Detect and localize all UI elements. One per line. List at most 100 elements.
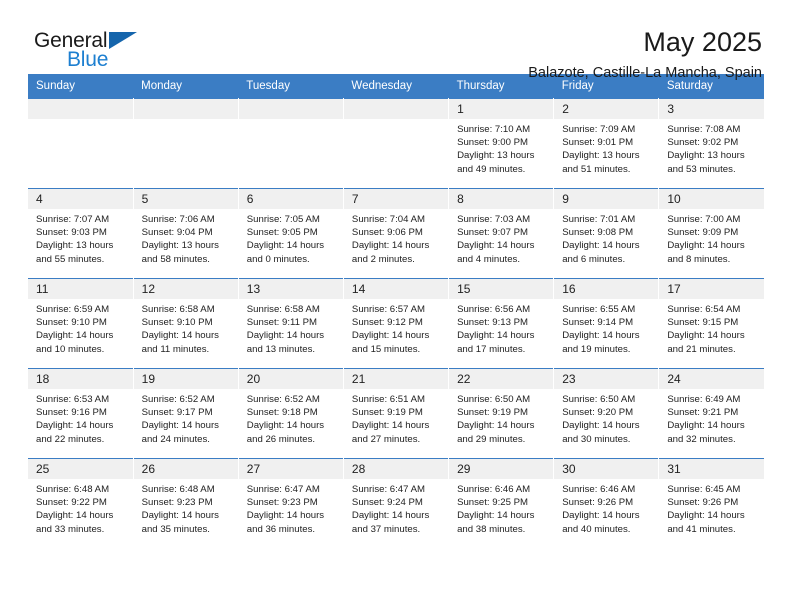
day-details: Sunrise: 6:52 AM Sunset: 9:18 PM Daylight:… (239, 389, 343, 446)
sunset-line: Sunset: 9:03 PM (36, 227, 107, 239)
day-details: Sunrise: 6:49 AM Sunset: 9:21 PM Daylight:… (659, 389, 764, 446)
calendar-day-cell[interactable]: 17 Sunrise: 6:54 AM Sunset: 9:15 PM Dayligh… (658, 278, 764, 369)
daylight-line-2: and 6 minutes. (562, 253, 626, 265)
calendar-day-cell[interactable]: 7 Sunrise: 7:04 AM Sunset: 9:06 PM Daylight… (343, 188, 450, 279)
day-details: Sunrise: 6:57 AM Sunset: 9:12 PM Daylight:… (344, 299, 448, 356)
calendar-day-cell[interactable]: 28 Sunrise: 6:47 AM Sunset: 9:24 PM Dayligh… (343, 458, 450, 549)
day-number: 17 (659, 279, 764, 299)
daylight-line-1: Daylight: 14 hours (141, 510, 219, 522)
calendar-day-cell[interactable]: 31 Sunrise: 6:45 AM Sunset: 9:26 PM Dayligh… (658, 458, 764, 549)
daylight-line-1: Daylight: 14 hours (246, 510, 325, 522)
daylight-line-1: Daylight: 14 hours (457, 240, 535, 252)
sunrise-line: Sunrise: 7:00 AM (667, 214, 741, 225)
calendar-day-cell[interactable]: 25 Sunrise: 6:48 AM Sunset: 9:22 PM Dayligh… (28, 458, 134, 549)
calendar-day-cell[interactable]: 30 Sunrise: 6:46 AM Sunset: 9:26 PM Dayligh… (553, 458, 660, 549)
calendar-day-cell[interactable]: 11 Sunrise: 6:59 AM Sunset: 9:10 PM Dayligh… (28, 278, 134, 369)
calendar-day-cell[interactable]: 27 Sunrise: 6:47 AM Sunset: 9:23 PM Dayligh… (238, 458, 344, 549)
day-number (343, 99, 449, 119)
daylight-line-2: and 0 minutes. (246, 253, 310, 265)
daylight-line-1: Daylight: 14 hours (667, 510, 745, 522)
daylight-line-2: and 17 minutes. (457, 343, 526, 355)
day-number: 30 (554, 459, 659, 479)
daylight-line-1: Daylight: 14 hours (562, 510, 640, 522)
calendar-day-cell[interactable]: 20 Sunrise: 6:52 AM Sunset: 9:18 PM Dayligh… (238, 368, 344, 459)
calendar-day-cell[interactable]: 24 Sunrise: 6:49 AM Sunset: 9:21 PM Dayligh… (658, 368, 764, 459)
calendar-day-cell[interactable]: 2 Sunrise: 7:09 AM Sunset: 9:01 PM Daylight… (553, 98, 660, 189)
calendar-day-cell[interactable]: 26 Sunrise: 6:48 AM Sunset: 9:23 PM Dayligh… (133, 458, 239, 549)
daylight-line-1: Daylight: 14 hours (141, 420, 219, 432)
day-details: Sunrise: 7:01 AM Sunset: 9:08 PM Daylight:… (554, 209, 658, 266)
day-details: Sunrise: 7:10 AM Sunset: 9:00 PM Daylight:… (449, 119, 553, 176)
daylight-line-2: and 30 minutes. (562, 433, 631, 445)
sunset-line: Sunset: 9:25 PM (457, 497, 528, 509)
day-details: Sunrise: 6:54 AM Sunset: 9:15 PM Daylight:… (659, 299, 764, 356)
day-number (238, 99, 343, 119)
sunrise-line: Sunrise: 6:55 AM (562, 304, 636, 315)
weekday-header-wednesday: Wednesday (343, 74, 449, 99)
calendar-day-cell[interactable]: 14 Sunrise: 6:57 AM Sunset: 9:12 PM Dayligh… (343, 278, 450, 369)
calendar-day-cell[interactable]: 18 Sunrise: 6:53 AM Sunset: 9:16 PM Dayligh… (28, 368, 134, 459)
daylight-line-2: and 8 minutes. (667, 253, 731, 265)
sunset-line: Sunset: 9:16 PM (36, 407, 107, 419)
day-number: 18 (28, 369, 133, 389)
daylight-line-2: and 2 minutes. (351, 253, 415, 265)
day-details: Sunrise: 7:05 AM Sunset: 9:05 PM Daylight:… (239, 209, 343, 266)
calendar-day-cell[interactable]: 15 Sunrise: 6:56 AM Sunset: 9:13 PM Dayligh… (448, 278, 555, 369)
day-details: Sunrise: 6:53 AM Sunset: 9:16 PM Daylight:… (28, 389, 133, 446)
daylight-line-2: and 22 minutes. (36, 433, 105, 445)
page-subtitle: Balazote, Castille-La Mancha, Spain (528, 65, 762, 82)
calendar-day-cell[interactable]: 29 Sunrise: 6:46 AM Sunset: 9:25 PM Dayligh… (448, 458, 555, 549)
calendar-day-cell[interactable]: 13 Sunrise: 6:58 AM Sunset: 9:11 PM Dayligh… (238, 278, 344, 369)
calendar-day-cell[interactable]: 9 Sunrise: 7:01 AM Sunset: 9:08 PM Daylight… (553, 188, 660, 279)
daylight-line-1: Daylight: 14 hours (457, 510, 535, 522)
calendar-day-cell[interactable]: 8 Sunrise: 7:03 AM Sunset: 9:07 PM Daylight… (448, 188, 555, 279)
general-blue-logo[interactable]: General Blue (34, 28, 164, 76)
calendar-day-cell[interactable]: 10 Sunrise: 7:00 AM Sunset: 9:09 PM Dayligh… (658, 188, 764, 279)
calendar-day-cell[interactable]: 21 Sunrise: 6:51 AM Sunset: 9:19 PM Dayligh… (343, 368, 450, 459)
calendar-day-cell[interactable]: 1 Sunrise: 7:10 AM Sunset: 9:00 PM Daylight… (448, 98, 555, 189)
calendar-day-cell[interactable]: 16 Sunrise: 6:55 AM Sunset: 9:14 PM Dayligh… (553, 278, 660, 369)
calendar-day-cell[interactable]: 12 Sunrise: 6:58 AM Sunset: 9:10 PM Dayligh… (133, 278, 239, 369)
sunset-line: Sunset: 9:12 PM (351, 317, 423, 329)
daylight-line-1: Daylight: 13 hours (457, 150, 535, 162)
daylight-line-1: Daylight: 14 hours (667, 240, 745, 252)
sunrise-line: Sunrise: 6:48 AM (141, 484, 215, 495)
weekday-header-sunday: Sunday (28, 74, 134, 99)
sunrise-line: Sunrise: 7:10 AM (457, 124, 531, 135)
logo-text-blue: Blue (67, 48, 109, 71)
daylight-line-2: and 38 minutes. (457, 523, 526, 535)
calendar-day-cell[interactable]: 22 Sunrise: 6:50 AM Sunset: 9:19 PM Dayligh… (448, 368, 555, 459)
sunset-line: Sunset: 9:02 PM (667, 137, 739, 149)
daylight-line-1: Daylight: 14 hours (141, 330, 219, 342)
daylight-line-1: Daylight: 14 hours (351, 330, 430, 342)
page-title: May 2025 (643, 27, 762, 57)
sunrise-line: Sunrise: 6:54 AM (667, 304, 741, 315)
calendar-body: 1 Sunrise: 7:10 AM Sunset: 9:00 PM Daylight… (28, 98, 764, 549)
calendar-day-cell-empty (238, 98, 344, 189)
sunset-line: Sunset: 9:21 PM (667, 407, 739, 419)
sunrise-line: Sunrise: 7:01 AM (562, 214, 636, 225)
sunrise-line: Sunrise: 6:47 AM (246, 484, 320, 495)
day-details: Sunrise: 6:59 AM Sunset: 9:10 PM Daylight:… (28, 299, 133, 356)
sunset-line: Sunset: 9:26 PM (562, 497, 634, 509)
weekday-header-tuesday: Tuesday (238, 74, 344, 99)
calendar-day-cell[interactable]: 23 Sunrise: 6:50 AM Sunset: 9:20 PM Dayligh… (553, 368, 660, 459)
calendar-day-cell[interactable]: 3 Sunrise: 7:08 AM Sunset: 9:02 PM Daylight… (658, 98, 764, 189)
daylight-line-2: and 36 minutes. (246, 523, 316, 535)
daylight-line-1: Daylight: 14 hours (457, 330, 535, 342)
sunrise-line: Sunrise: 6:50 AM (562, 394, 636, 405)
daylight-line-2: and 51 minutes. (562, 163, 631, 175)
day-number: 29 (449, 459, 554, 479)
calendar-day-cell[interactable]: 19 Sunrise: 6:52 AM Sunset: 9:17 PM Dayligh… (133, 368, 239, 459)
calendar-day-cell[interactable]: 6 Sunrise: 7:05 AM Sunset: 9:05 PM Daylight… (238, 188, 344, 279)
sunrise-line: Sunrise: 6:47 AM (351, 484, 425, 495)
day-number: 24 (659, 369, 764, 389)
sunrise-line: Sunrise: 7:06 AM (141, 214, 215, 225)
sunset-line: Sunset: 9:23 PM (141, 497, 213, 509)
sunrise-line: Sunrise: 6:52 AM (141, 394, 215, 405)
calendar-day-cell[interactable]: 5 Sunrise: 7:06 AM Sunset: 9:04 PM Daylight… (133, 188, 239, 279)
daylight-line-1: Daylight: 14 hours (562, 240, 640, 252)
daylight-line-1: Daylight: 14 hours (457, 420, 535, 432)
calendar-day-cell[interactable]: 4 Sunrise: 7:07 AM Sunset: 9:03 PM Daylight… (28, 188, 134, 279)
sunset-line: Sunset: 9:05 PM (246, 227, 318, 239)
